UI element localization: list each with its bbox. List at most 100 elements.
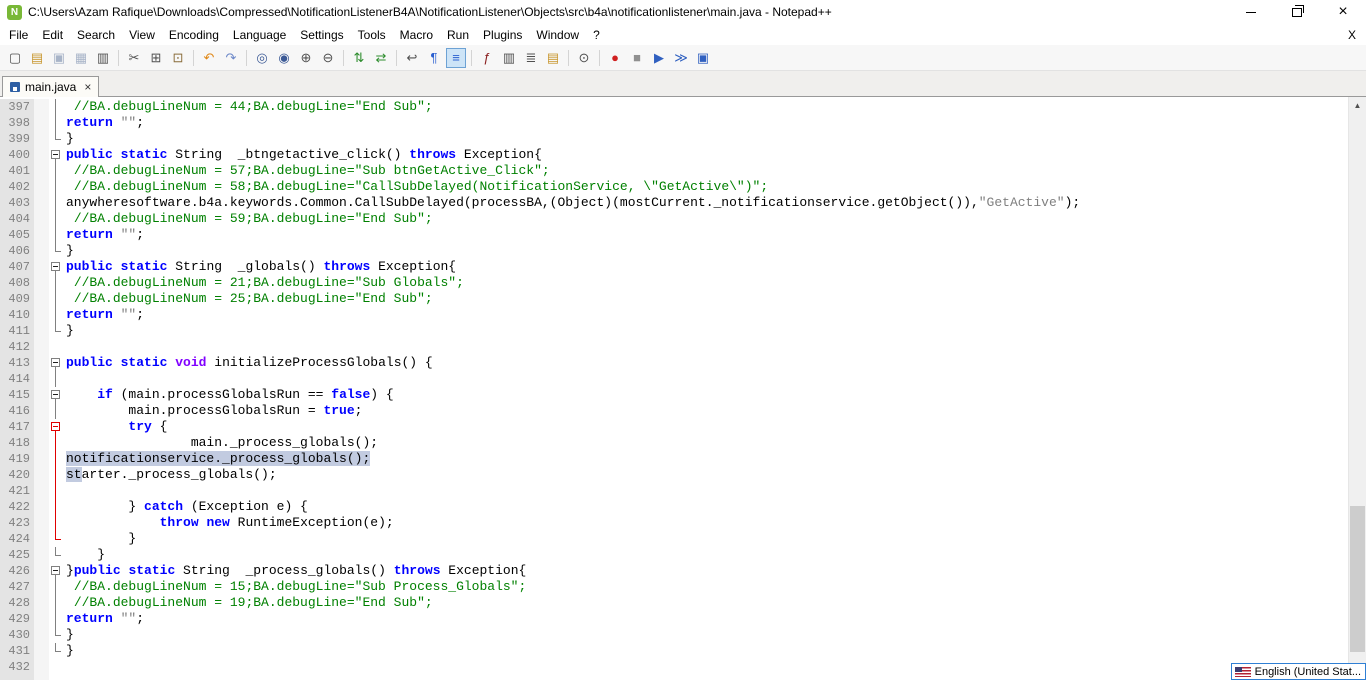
bookmark-margin[interactable]	[34, 211, 49, 227]
scrollbar-thumb[interactable]	[1350, 505, 1365, 652]
save-all-icon[interactable]: ▦	[71, 48, 91, 68]
menu-item-run[interactable]: Run	[440, 26, 476, 44]
menu-item-file[interactable]: File	[2, 26, 35, 44]
show-all-characters-icon[interactable]: ¶	[424, 48, 444, 68]
bookmark-margin[interactable]	[34, 371, 49, 387]
zoom-out-icon[interactable]: ⊖	[318, 48, 338, 68]
code-line[interactable]: public static String _globals() throws E…	[62, 259, 1366, 275]
fold-toggle-icon[interactable]	[49, 387, 62, 403]
function-list-icon[interactable]: ƒ	[477, 48, 497, 68]
bookmark-margin[interactable]	[34, 355, 49, 371]
minimize-button[interactable]	[1228, 0, 1274, 24]
menu-item-view[interactable]: View	[122, 26, 162, 44]
monitoring-eye-icon[interactable]: ⊙	[574, 48, 594, 68]
macro-stop-icon[interactable]: ■	[627, 48, 647, 68]
code-line[interactable]: //BA.debugLineNum = 21;BA.debugLine="Sub…	[62, 275, 1366, 291]
macro-play-icon[interactable]: ▶	[649, 48, 669, 68]
bookmark-margin[interactable]	[34, 451, 49, 467]
macro-record-icon[interactable]: ●	[605, 48, 625, 68]
bookmark-margin[interactable]	[34, 595, 49, 611]
bookmark-margin[interactable]	[34, 147, 49, 163]
menu-item-plugins[interactable]: Plugins	[476, 26, 529, 44]
menu-item-macro[interactable]: Macro	[393, 26, 440, 44]
macro-save-icon[interactable]: ▣	[693, 48, 713, 68]
scrollbar-up-icon[interactable]: ▲	[1349, 97, 1366, 114]
code-line[interactable]: //BA.debugLineNum = 19;BA.debugLine="End…	[62, 595, 1366, 611]
bookmark-margin[interactable]	[34, 115, 49, 131]
code-line[interactable]: if (main.processGlobalsRun == false) {	[62, 387, 1366, 403]
menu-item-help[interactable]: ?	[586, 26, 607, 44]
zoom-in-icon[interactable]: ⊕	[296, 48, 316, 68]
fold-toggle-icon[interactable]	[49, 355, 62, 371]
bookmark-margin[interactable]	[34, 547, 49, 563]
menu-item-window[interactable]: Window	[529, 26, 586, 44]
bookmark-margin[interactable]	[34, 563, 49, 579]
bookmark-margin[interactable]	[34, 643, 49, 659]
language-indicator[interactable]: English (United Stat...	[1230, 663, 1366, 680]
replace-icon[interactable]: ◉	[274, 48, 294, 68]
code-line[interactable]: return "";	[62, 611, 1366, 627]
code-line[interactable]	[62, 339, 1366, 355]
paste-icon[interactable]: ⊡	[168, 48, 188, 68]
code-line[interactable]: //BA.debugLineNum = 58;BA.debugLine="Cal…	[62, 179, 1366, 195]
bookmark-margin[interactable]	[34, 387, 49, 403]
close-button[interactable]: ×	[1320, 0, 1366, 24]
fold-toggle-icon[interactable]	[49, 563, 62, 579]
undo-icon[interactable]: ↶	[199, 48, 219, 68]
bookmark-margin[interactable]	[34, 659, 49, 675]
code-line[interactable]: return "";	[62, 227, 1366, 243]
tab-close-icon[interactable]: ×	[84, 81, 91, 93]
bookmark-margin[interactable]	[34, 339, 49, 355]
bookmark-margin[interactable]	[34, 195, 49, 211]
code-line[interactable]: main.processGlobalsRun = true;	[62, 403, 1366, 419]
code-line[interactable]: }	[62, 131, 1366, 147]
code-line[interactable]: }	[62, 323, 1366, 339]
code-line[interactable]: }	[62, 243, 1366, 259]
code-line[interactable]: }	[62, 531, 1366, 547]
code-line[interactable]: }	[62, 643, 1366, 659]
code-line[interactable]: //BA.debugLineNum = 25;BA.debugLine="End…	[62, 291, 1366, 307]
menu-item-tools[interactable]: Tools	[351, 26, 393, 44]
redo-icon[interactable]: ↷	[221, 48, 241, 68]
bookmark-margin[interactable]	[34, 435, 49, 451]
document-map-icon[interactable]: ▥	[499, 48, 519, 68]
code-line[interactable]: return "";	[62, 115, 1366, 131]
bookmark-margin[interactable]	[34, 579, 49, 595]
code-line[interactable]: //BA.debugLineNum = 57;BA.debugLine="Sub…	[62, 163, 1366, 179]
code-line[interactable]: }public static String _process_globals()…	[62, 563, 1366, 579]
bookmark-margin[interactable]	[34, 611, 49, 627]
bookmark-margin[interactable]	[34, 243, 49, 259]
macro-run-multiple-icon[interactable]: ≫	[671, 48, 691, 68]
sync-vertical-icon[interactable]: ⇅	[349, 48, 369, 68]
menubar-close-icon[interactable]: X	[1338, 28, 1366, 42]
menu-item-encoding[interactable]: Encoding	[162, 26, 226, 44]
code-line[interactable]: return "";	[62, 307, 1366, 323]
fold-toggle-icon[interactable]	[49, 147, 62, 163]
bookmark-margin[interactable]	[34, 163, 49, 179]
bookmark-margin[interactable]	[34, 275, 49, 291]
restore-button[interactable]	[1274, 0, 1320, 24]
bookmark-margin[interactable]	[34, 259, 49, 275]
bookmark-margin[interactable]	[34, 403, 49, 419]
bookmark-margin[interactable]	[34, 131, 49, 147]
find-icon[interactable]: ◎	[252, 48, 272, 68]
code-line[interactable]: public static void initializeProcessGlob…	[62, 355, 1366, 371]
folder-as-workspace-icon[interactable]: ▤	[543, 48, 563, 68]
document-list-icon[interactable]: ≣	[521, 48, 541, 68]
code-line[interactable]	[62, 371, 1366, 387]
bookmark-margin[interactable]	[34, 307, 49, 323]
bookmark-margin[interactable]	[34, 483, 49, 499]
bookmark-margin[interactable]	[34, 531, 49, 547]
code-line[interactable]: //BA.debugLineNum = 15;BA.debugLine="Sub…	[62, 579, 1366, 595]
code-line[interactable]: }	[62, 547, 1366, 563]
bookmark-margin[interactable]	[34, 291, 49, 307]
bookmark-margin[interactable]	[34, 99, 49, 115]
code-line[interactable]	[62, 483, 1366, 499]
code-line[interactable]: public static String _btngetactive_click…	[62, 147, 1366, 163]
bookmark-margin[interactable]	[34, 627, 49, 643]
indent-guide-icon[interactable]: ≡	[446, 47, 466, 68]
code-line[interactable]	[62, 659, 1366, 675]
sync-horizontal-icon[interactable]: ⇄	[371, 48, 391, 68]
bookmark-margin[interactable]	[34, 323, 49, 339]
code-line[interactable]: starter._process_globals();	[62, 467, 1366, 483]
